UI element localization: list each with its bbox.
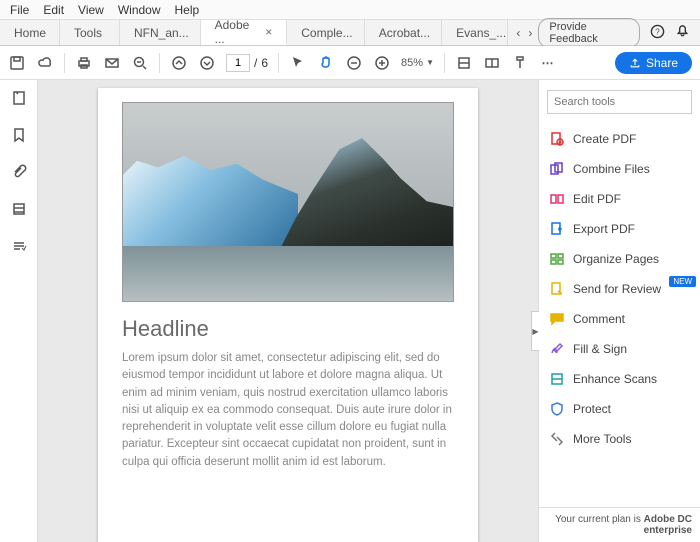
annotate-icon[interactable] xyxy=(511,54,529,72)
send-review-icon xyxy=(549,281,565,297)
tool-protect[interactable]: Protect xyxy=(539,394,700,424)
document-body-text: Lorem ipsum dolor sit amet, consectetur … xyxy=(122,350,454,471)
create-pdf-icon xyxy=(549,131,565,147)
combine-files-icon xyxy=(549,161,565,177)
export-pdf-icon xyxy=(549,221,565,237)
thumbnails-icon[interactable] xyxy=(11,90,27,109)
doc-tab-3[interactable]: Acrobat... xyxy=(365,20,442,45)
read-mode-icon[interactable] xyxy=(483,54,501,72)
select-tool-icon[interactable] xyxy=(289,54,307,72)
print-icon[interactable] xyxy=(75,54,93,72)
doc-tab-2[interactable]: Comple... xyxy=(287,20,364,45)
tool-more-tools[interactable]: More Tools xyxy=(539,424,700,454)
more-tools-icon xyxy=(549,431,565,447)
attachment-icon[interactable] xyxy=(11,164,27,183)
tool-organize-pages[interactable]: Organize Pages xyxy=(539,244,700,274)
tab-home[interactable]: Home xyxy=(0,20,60,45)
bell-icon[interactable] xyxy=(675,24,690,42)
page-down-icon[interactable] xyxy=(198,54,216,72)
menu-edit[interactable]: Edit xyxy=(37,1,70,19)
search-tools-input[interactable] xyxy=(547,90,692,114)
save-icon[interactable] xyxy=(8,54,26,72)
tool-comment[interactable]: Comment xyxy=(539,304,700,334)
cloud-icon[interactable] xyxy=(36,54,54,72)
fill-sign-icon xyxy=(549,341,565,357)
fit-width-icon[interactable] xyxy=(455,54,473,72)
zoom-minus-icon[interactable] xyxy=(345,54,363,72)
more-icon[interactable]: ⋯ xyxy=(539,54,557,72)
share-button[interactable]: Share xyxy=(615,52,692,74)
tool-send-for-review[interactable]: Send for ReviewNEW xyxy=(539,274,700,304)
tab-strip: Home Tools NFN_an... Adobe ...× Comple..… xyxy=(0,20,700,46)
organize-pages-icon xyxy=(549,251,565,267)
enhance-scans-icon xyxy=(549,371,565,387)
document-canvas[interactable]: Headline Lorem ipsum dolor sit amet, con… xyxy=(38,80,538,542)
help-icon[interactable]: ? xyxy=(650,24,665,42)
document-headline: Headline xyxy=(122,316,454,342)
menu-file[interactable]: File xyxy=(4,1,35,19)
zoom-dropdown[interactable]: 85%▼ xyxy=(401,57,434,69)
hand-tool-icon[interactable] xyxy=(317,54,335,72)
protect-icon xyxy=(549,401,565,417)
left-sidebar xyxy=(0,80,38,542)
comment-icon xyxy=(549,311,565,327)
page-up-icon[interactable] xyxy=(170,54,188,72)
tool-fill-sign[interactable]: Fill & Sign xyxy=(539,334,700,364)
chevron-down-icon: ▼ xyxy=(426,58,434,67)
tab-next-icon[interactable]: › xyxy=(528,26,532,40)
svg-text:?: ? xyxy=(655,26,660,36)
menu-help[interactable]: Help xyxy=(169,1,206,19)
tool-create-pdf[interactable]: Create PDF xyxy=(539,124,700,154)
main-toolbar: / 6 85%▼ ⋯ Share xyxy=(0,46,700,80)
edit-pdf-icon xyxy=(549,191,565,207)
close-icon[interactable]: × xyxy=(265,25,272,39)
doc-tab-4[interactable]: Evans_... xyxy=(442,20,508,45)
right-tools-panel: ▶ Create PDF Combine Files Edit PDF Expo… xyxy=(538,80,700,542)
menu-window[interactable]: Window xyxy=(112,1,167,19)
collapse-panel-button[interactable]: ▶ xyxy=(531,311,539,351)
plan-status: Your current plan is Adobe DC enterprise xyxy=(539,507,700,542)
zoom-plus-icon[interactable] xyxy=(373,54,391,72)
provide-feedback-button[interactable]: Provide Feedback xyxy=(538,18,640,48)
page-total: 6 xyxy=(261,56,268,70)
bookmark-icon[interactable] xyxy=(11,127,27,146)
mail-icon[interactable] xyxy=(103,54,121,72)
tool-enhance-scans[interactable]: Enhance Scans xyxy=(539,364,700,394)
tab-tools[interactable]: Tools xyxy=(60,20,120,45)
page-indicator: / 6 xyxy=(226,54,268,72)
page-number-input[interactable] xyxy=(226,54,250,72)
zoom-out-icon[interactable] xyxy=(131,54,149,72)
tab-prev-icon[interactable]: ‹ xyxy=(516,26,520,40)
document-image xyxy=(122,102,454,302)
menu-view[interactable]: View xyxy=(72,1,110,19)
doc-tab-1[interactable]: Adobe ...× xyxy=(201,20,288,45)
tool-export-pdf[interactable]: Export PDF xyxy=(539,214,700,244)
signatures-icon[interactable] xyxy=(11,238,27,257)
tool-combine-files[interactable]: Combine Files xyxy=(539,154,700,184)
page: Headline Lorem ipsum dolor sit amet, con… xyxy=(98,88,478,542)
new-badge: NEW xyxy=(669,276,696,287)
doc-tab-0[interactable]: NFN_an... xyxy=(120,20,201,45)
tool-edit-pdf[interactable]: Edit PDF xyxy=(539,184,700,214)
layers-icon[interactable] xyxy=(11,201,27,220)
